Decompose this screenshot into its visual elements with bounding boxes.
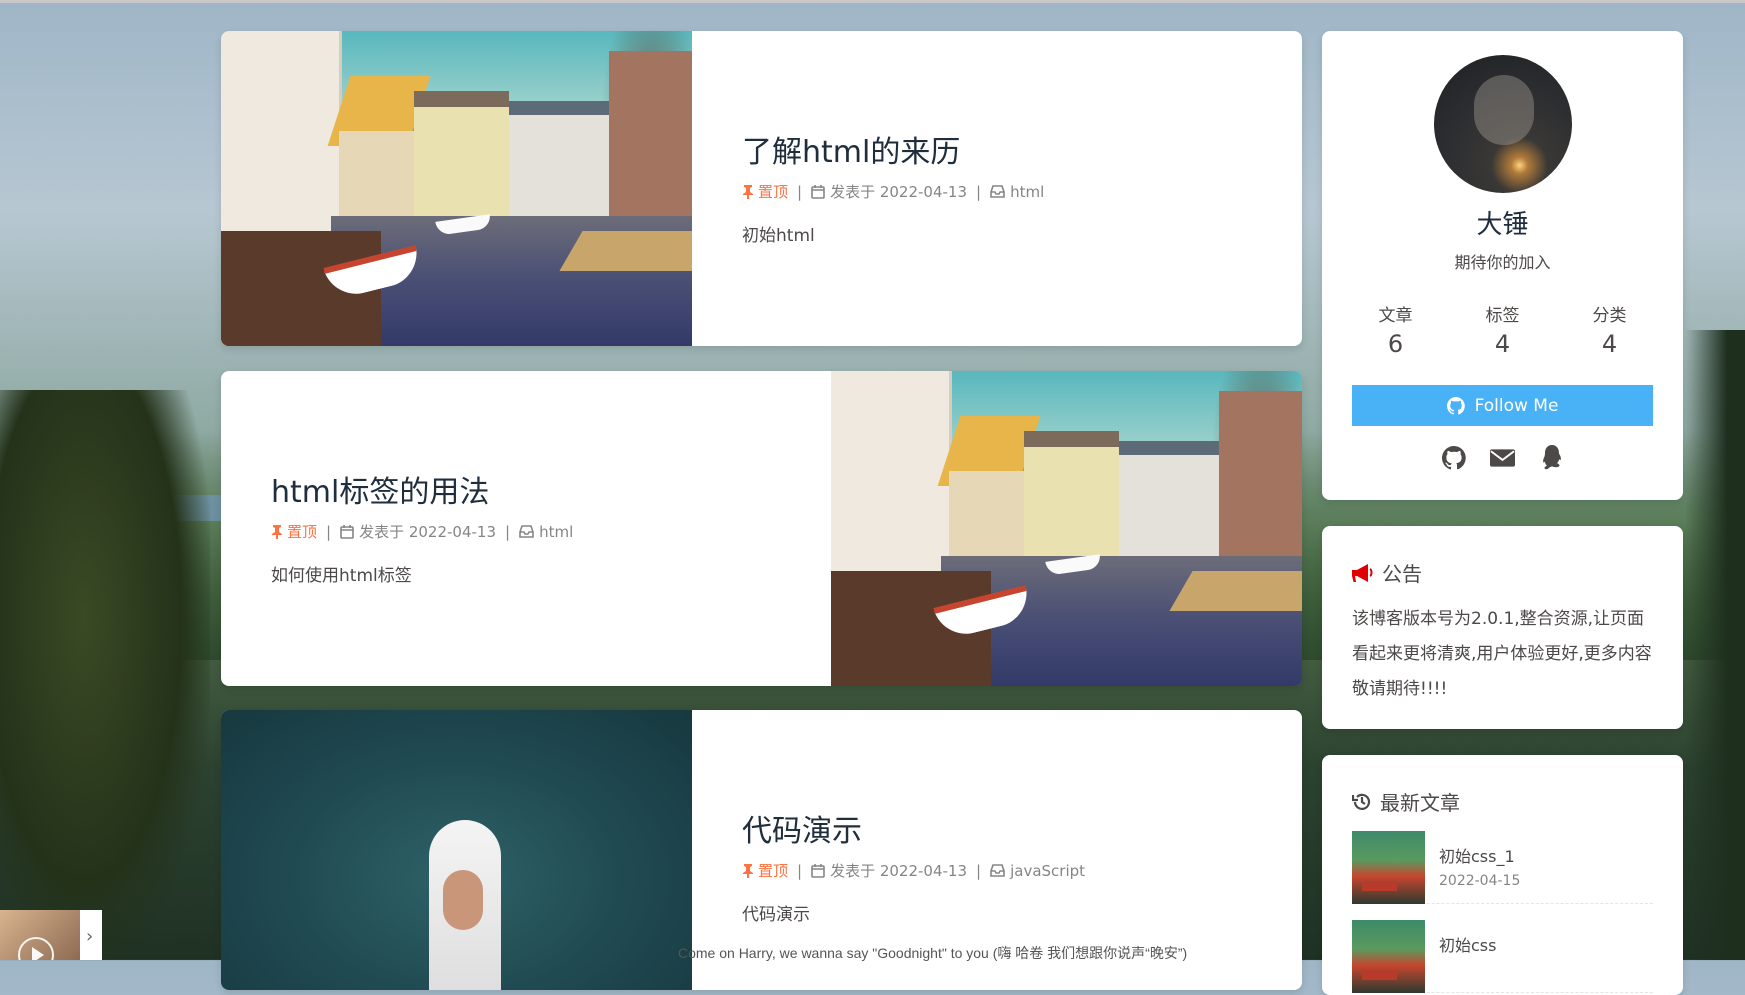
top-border [0, 0, 1745, 3]
recent-posts-list: 初始css_1 2022-04-15 初始css [1352, 831, 1653, 995]
post-date: 发表于 2022-04-13 [811, 860, 967, 881]
post-card[interactable]: 了解html的来历 置顶 | 发表于 2022-04-13 | html 初始h… [221, 31, 1302, 346]
post-category[interactable]: javaScript [990, 862, 1085, 880]
list-item[interactable]: 初始css [1352, 920, 1653, 993]
avatar[interactable] [1434, 55, 1572, 193]
post-thumbnail[interactable] [1352, 920, 1425, 993]
site-stats: 文章 6 标签 4 分类 4 [1322, 301, 1683, 358]
post-cover-image[interactable] [831, 371, 1302, 686]
github-icon[interactable] [1441, 445, 1466, 470]
list-item[interactable]: 初始css_1 2022-04-15 [1352, 831, 1653, 904]
sticky-badge: 置顶 [742, 181, 788, 202]
player-lyric: Come on Harry, we wanna say "Goodnight" … [678, 945, 1188, 961]
music-player: › [0, 910, 102, 960]
post-title[interactable]: 了解html的来历 [742, 127, 960, 171]
post-cover-image[interactable] [221, 710, 692, 990]
post-info: 了解html的来历 置顶 | 发表于 2022-04-13 | html 初始h… [742, 31, 1282, 346]
github-icon [1446, 396, 1465, 415]
inbox-icon [519, 525, 534, 538]
post-thumbnail[interactable] [1352, 831, 1425, 904]
author-card: 大锤 期待你的加入 文章 6 标签 4 分类 4 Follow Me [1322, 31, 1683, 500]
sticky-badge: 置顶 [742, 860, 788, 881]
post-meta: 置顶 | 发表于 2022-04-13 | javaScript [742, 860, 1085, 881]
background-tree-right [1685, 330, 1745, 960]
history-icon [1352, 793, 1371, 810]
sticky-badge: 置顶 [271, 521, 317, 542]
stat-tags[interactable]: 标签 4 [1453, 301, 1553, 358]
post-card[interactable]: html标签的用法 置顶 | 发表于 2022-04-13 | html 如何使… [221, 371, 1302, 686]
envelope-icon[interactable] [1490, 445, 1515, 470]
author-description: 期待你的加入 [1454, 253, 1551, 272]
calendar-icon [811, 863, 825, 878]
recent-post-title[interactable]: 初始css [1439, 932, 1496, 956]
announcement-header: 公告 [1352, 558, 1422, 587]
post-description: 初始html [742, 226, 815, 246]
calendar-icon [340, 524, 354, 539]
post-title[interactable]: 代码演示 [742, 806, 862, 850]
recent-posts-header: 最新文章 [1352, 787, 1460, 816]
chevron-right-icon[interactable]: › [86, 926, 93, 947]
post-cover-image[interactable] [221, 31, 692, 346]
announcement-text: 该博客版本号为2.0.1,整合资源,让页面看起来更将清爽,用户体验更好,更多内容… [1352, 609, 1652, 699]
post-category[interactable]: html [519, 523, 573, 541]
post-category[interactable]: html [990, 183, 1044, 201]
post-date: 发表于 2022-04-13 [811, 181, 967, 202]
post-meta: 置顶 | 发表于 2022-04-13 | html [271, 521, 573, 542]
recent-post-title[interactable]: 初始css_1 [1439, 843, 1520, 867]
post-date: 发表于 2022-04-13 [340, 521, 496, 542]
social-links [1322, 445, 1683, 470]
inbox-icon [990, 864, 1005, 877]
stat-categories[interactable]: 分类 4 [1560, 301, 1660, 358]
pin-icon [743, 863, 753, 878]
recent-posts-card: 最新文章 初始css_1 2022-04-15 初始css [1322, 755, 1683, 995]
pin-icon [743, 184, 753, 199]
announcement-card: 公告 该博客版本号为2.0.1,整合资源,让页面看起来更将清爽,用户体验更好,更… [1322, 526, 1683, 729]
bullhorn-icon [1352, 563, 1373, 582]
inbox-icon [990, 185, 1005, 198]
pin-icon [272, 524, 282, 539]
post-title[interactable]: html标签的用法 [271, 467, 489, 511]
follow-me-button[interactable]: Follow Me [1352, 385, 1653, 426]
post-description: 代码演示 [742, 905, 810, 925]
background-tree-left [0, 390, 210, 960]
qq-icon[interactable] [1539, 445, 1564, 470]
recent-post-date: 2022-04-15 [1439, 873, 1521, 889]
post-info: html标签的用法 置顶 | 发表于 2022-04-13 | html 如何使… [271, 371, 811, 686]
post-description: 如何使用html标签 [271, 566, 412, 586]
stat-articles[interactable]: 文章 6 [1346, 301, 1446, 358]
author-name: 大锤 [1476, 210, 1529, 240]
post-meta: 置顶 | 发表于 2022-04-13 | html [742, 181, 1044, 202]
calendar-icon [811, 184, 825, 199]
